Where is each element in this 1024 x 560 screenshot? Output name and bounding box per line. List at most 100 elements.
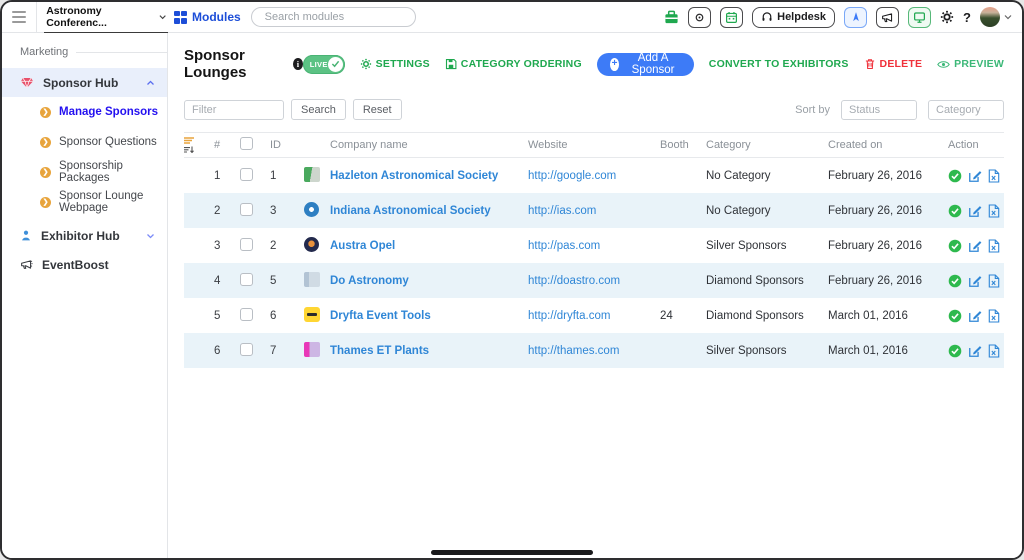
- scanner-button[interactable]: [688, 6, 712, 28]
- row-checkbox[interactable]: [240, 237, 253, 251]
- announcements-button[interactable]: [876, 6, 900, 28]
- window-home-indicator[interactable]: [431, 550, 593, 555]
- category-ordering-button[interactable]: CATEGORY ORDERING: [445, 58, 582, 70]
- sidebar-item-exhibitor-hub[interactable]: Exhibitor Hub: [2, 221, 167, 250]
- sidebar-item-eventboost[interactable]: EventBoost: [2, 250, 167, 279]
- status-active-icon[interactable]: [948, 309, 962, 323]
- website-link[interactable]: http://pas.com: [528, 240, 660, 252]
- file-remove-icon[interactable]: [988, 203, 1000, 218]
- badge-printing-icon[interactable]: [664, 10, 679, 25]
- row-number: 5: [214, 309, 221, 322]
- live-toggle[interactable]: LIVE: [302, 54, 345, 74]
- megaphone-icon: [882, 12, 893, 22]
- sort-category-input[interactable]: [928, 99, 1004, 120]
- settings-button[interactable]: SETTINGS: [360, 58, 430, 70]
- top-bar-left: Astronomy Conferenc...: [2, 2, 168, 33]
- website-link[interactable]: http://google.com: [528, 170, 660, 182]
- reset-button[interactable]: Reset: [352, 99, 402, 120]
- file-remove-icon[interactable]: [988, 343, 1000, 358]
- header-id[interactable]: ID: [270, 139, 304, 151]
- calendar-button[interactable]: [720, 6, 744, 28]
- status-active-icon[interactable]: [948, 239, 962, 253]
- row-checkbox[interactable]: [240, 202, 253, 216]
- sidebar-item-manage-sponsors[interactable]: ❯ Manage Sponsors: [2, 97, 167, 127]
- file-remove-icon[interactable]: [988, 308, 1000, 323]
- chevron-right-icon: ❯: [40, 196, 51, 208]
- header-created-on[interactable]: Created on: [828, 139, 948, 151]
- sort-order-icon[interactable]: [184, 137, 214, 153]
- edit-icon[interactable]: [968, 344, 982, 358]
- row-checkbox[interactable]: [240, 167, 253, 181]
- edit-icon[interactable]: [968, 309, 982, 323]
- row-checkbox[interactable]: [240, 307, 253, 321]
- modules-button[interactable]: Modules: [174, 10, 241, 24]
- status-active-icon[interactable]: [948, 169, 962, 183]
- section-label: Marketing: [20, 46, 69, 58]
- manage-sponsors-label: Manage Sponsors: [59, 106, 159, 118]
- status-active-icon[interactable]: [948, 274, 962, 288]
- file-remove-icon[interactable]: [988, 238, 1000, 253]
- created-on-cell: February 26, 2016: [828, 169, 922, 182]
- row-actions: [948, 308, 1004, 323]
- company-name-link[interactable]: Thames ET Plants: [330, 345, 528, 357]
- website-link[interactable]: http://thames.com: [528, 345, 660, 357]
- row-checkbox[interactable]: [240, 342, 253, 356]
- navigation-button[interactable]: [844, 6, 868, 28]
- row-number: 3: [214, 239, 221, 252]
- file-remove-icon[interactable]: [988, 273, 1000, 288]
- display-button[interactable]: [908, 6, 932, 28]
- edit-icon[interactable]: [968, 239, 982, 253]
- add-sponsor-button[interactable]: + Add A Sponsor: [596, 52, 694, 76]
- save-icon: [445, 58, 457, 70]
- company-name-link[interactable]: Indiana Astronomical Society: [330, 205, 528, 217]
- search-button[interactable]: Search: [291, 99, 346, 120]
- plus-icon: +: [609, 57, 620, 71]
- event-selector-dropdown[interactable]: Astronomy Conferenc...: [44, 2, 168, 33]
- company-name-link[interactable]: Hazleton Astronomical Society: [330, 170, 528, 182]
- company-name-link[interactable]: Dryfta Event Tools: [330, 310, 528, 322]
- info-icon[interactable]: i: [293, 58, 303, 70]
- settings-gear-icon[interactable]: [940, 10, 954, 24]
- account-menu[interactable]: [980, 7, 1012, 27]
- select-all-checkbox[interactable]: [240, 137, 253, 150]
- table-row: 1 1 Hazleton Astronomical Society http:/…: [184, 158, 1004, 193]
- row-checkbox[interactable]: [240, 272, 253, 286]
- status-active-icon[interactable]: [948, 344, 962, 358]
- file-remove-icon[interactable]: [988, 168, 1000, 183]
- website-link[interactable]: http://dryfta.com: [528, 310, 660, 322]
- website-link[interactable]: http://ias.com: [528, 205, 660, 217]
- sidebar-item-sponsor-hub[interactable]: Sponsor Hub: [2, 68, 167, 97]
- hamburger-menu-icon[interactable]: [2, 11, 30, 23]
- search-modules-input[interactable]: [264, 11, 407, 23]
- delete-button[interactable]: DELETE: [864, 58, 923, 70]
- sidebar-item-sponsor-questions[interactable]: ❯ Sponsor Questions: [2, 127, 167, 157]
- website-link[interactable]: http://doastro.com: [528, 275, 660, 287]
- helpdesk-button[interactable]: Helpdesk: [752, 6, 836, 28]
- row-id: 5: [270, 274, 277, 287]
- table-row: 3 2 Austra Opel http://pas.com Silver Sp…: [184, 228, 1004, 263]
- row-number: 6: [214, 344, 221, 357]
- filter-input[interactable]: [184, 99, 284, 120]
- preview-button[interactable]: PREVIEW: [937, 58, 1004, 70]
- edit-icon[interactable]: [968, 204, 982, 218]
- company-name-link[interactable]: Do Astronomy: [330, 275, 528, 287]
- row-actions: [948, 203, 1004, 218]
- header-category[interactable]: Category: [706, 139, 828, 151]
- table-row: 5 6 Dryfta Event Tools http://dryfta.com…: [184, 298, 1004, 333]
- edit-icon[interactable]: [968, 169, 982, 183]
- sponsorship-packages-label: Sponsorship Packages: [59, 160, 123, 184]
- sidebar-item-sponsorship-packages[interactable]: ❯ Sponsorship Packages: [2, 157, 167, 187]
- convert-to-exhibitors-button[interactable]: CONVERT TO EXHIBITORS: [709, 58, 849, 70]
- header-booth[interactable]: Booth: [660, 139, 706, 151]
- header-company-name[interactable]: Company name: [330, 139, 528, 151]
- created-on-cell: February 26, 2016: [828, 239, 922, 252]
- header-number[interactable]: #: [214, 139, 240, 151]
- header-website[interactable]: Website: [528, 139, 660, 151]
- company-name-link[interactable]: Austra Opel: [330, 240, 528, 252]
- edit-icon[interactable]: [968, 274, 982, 288]
- help-icon[interactable]: ?: [963, 10, 971, 25]
- sort-status-input[interactable]: [841, 99, 917, 120]
- status-active-icon[interactable]: [948, 204, 962, 218]
- top-bar-main: Modules Helpdesk: [168, 2, 1022, 32]
- sidebar-item-sponsor-lounge-webpage[interactable]: ❯ Sponsor Lounge Webpage: [2, 187, 167, 217]
